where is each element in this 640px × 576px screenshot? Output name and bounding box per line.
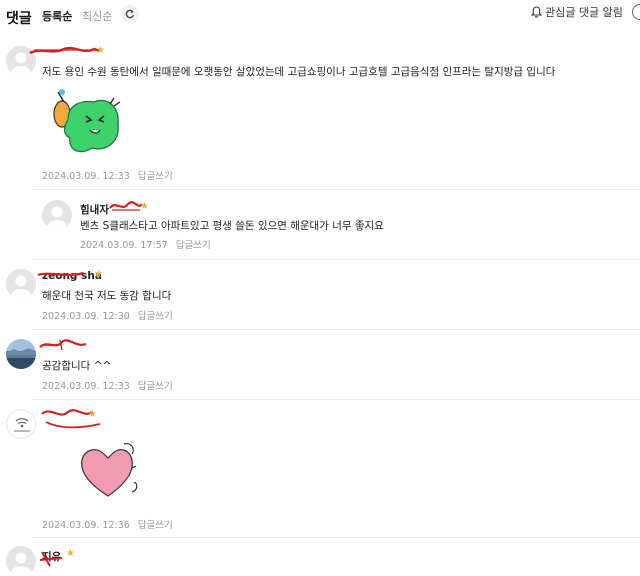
comment-item: 지유 ★	[0, 538, 640, 576]
avatar[interactable]	[6, 546, 36, 576]
reply-button[interactable]: 답글쓰기	[138, 520, 173, 531]
reply-button[interactable]: 답글쓰기	[138, 171, 173, 182]
reply-button[interactable]: 답글쓰기	[138, 311, 173, 322]
comment-text: 벤츠 S클래스타고 아파트있고 평생 쓸돈 있으면 해운대가 너무 좋지요	[80, 220, 384, 232]
avatar[interactable]	[6, 269, 36, 299]
comment-text: 해운대 천국 저도 동감 합니다	[42, 290, 172, 302]
redaction-scribble	[39, 339, 87, 351]
comment-meta: 2024.03.09. 17:57 답글쓰기	[80, 237, 211, 251]
default-avatar-icon	[6, 269, 36, 299]
green-character-sticker	[53, 89, 121, 153]
grade-star-icon: ★	[96, 45, 105, 56]
reply-comment-item: 힘내자 ★ 벤츠 S클래스타고 아파트있고 평생 쓸돈 있으면 해운대가 너무 …	[0, 190, 640, 260]
bell-icon	[531, 6, 542, 18]
redaction-scribble	[37, 271, 85, 277]
grade-star-icon: ★	[140, 201, 149, 212]
avatar[interactable]	[42, 200, 72, 230]
comment-meta: 2024.03.09. 12:36 답글쓰기	[42, 517, 173, 531]
heart-sticker	[81, 443, 138, 497]
comment-date: 2024.03.09. 12:36	[42, 520, 130, 531]
comment-meta: 2024.03.09. 12:33 답글쓰기	[42, 378, 173, 392]
comment-item: zeong sha ★ 해운대 천국 저도 동감 합니다 2024.03.09.…	[0, 260, 640, 330]
grade-star-icon: ★	[94, 269, 103, 280]
alarm-switch[interactable]	[632, 4, 640, 20]
refresh-button[interactable]	[121, 5, 139, 23]
reply-button[interactable]: 답글쓰기	[138, 381, 173, 392]
redaction-scribble	[29, 46, 101, 55]
default-avatar-icon	[42, 200, 72, 230]
comment-meta: 2024.03.09. 12:30 답글쓰기	[42, 308, 173, 322]
comments-title: 댓글	[6, 11, 32, 27]
sort-latest-button[interactable]: 최신순	[82, 8, 112, 24]
comment-date: 2024.03.09. 17:57	[80, 240, 168, 251]
default-avatar-icon	[6, 546, 36, 576]
comment-text: 공감합니다 ^^	[42, 360, 112, 372]
refresh-icon	[125, 9, 135, 19]
redaction-scribble	[109, 201, 143, 211]
sort-registered-button[interactable]: 등록순	[42, 8, 72, 24]
alarm-label: 관심글 댓글 알림	[545, 6, 623, 19]
comment-item: ★ 저도 용인 수원 동탄에서 일때문에 오랫동안 살았었는데 고급쇼핑이나 고…	[0, 40, 640, 190]
avatar[interactable]	[6, 339, 36, 369]
comment-item: ★ 2024.03.09. 12:36 답글쓰기	[0, 400, 640, 538]
comment-nickname[interactable]: 힘내자	[80, 202, 109, 217]
comment-date: 2024.03.09. 12:30	[42, 311, 130, 322]
wifi-logo-avatar	[14, 418, 30, 432]
reply-button[interactable]: 답글쓰기	[176, 240, 211, 251]
comment-text: 저도 용인 수원 동탄에서 일때문에 오랫동안 살았었는데 고급쇼핑이나 고급호…	[42, 66, 556, 78]
redaction-scribble	[39, 551, 63, 567]
comment-date: 2024.03.09. 12:33	[42, 381, 130, 392]
comment-alarm-toggle[interactable]: 관심글 댓글 알림	[531, 4, 623, 20]
avatar[interactable]	[6, 409, 36, 439]
grade-star-icon: ★	[88, 409, 97, 420]
grade-star-icon: ★	[66, 548, 75, 559]
comment-item: 공감합니다 ^^ 2024.03.09. 12:33 답글쓰기	[0, 330, 640, 400]
comment-meta: 2024.03.09. 12:33 답글쓰기	[42, 168, 173, 182]
comment-date: 2024.03.09. 12:33	[42, 171, 130, 182]
comment-header: 댓글 등록순 최신순 관심글 댓글 알림	[0, 0, 640, 32]
profile-photo-avatar	[6, 339, 36, 369]
